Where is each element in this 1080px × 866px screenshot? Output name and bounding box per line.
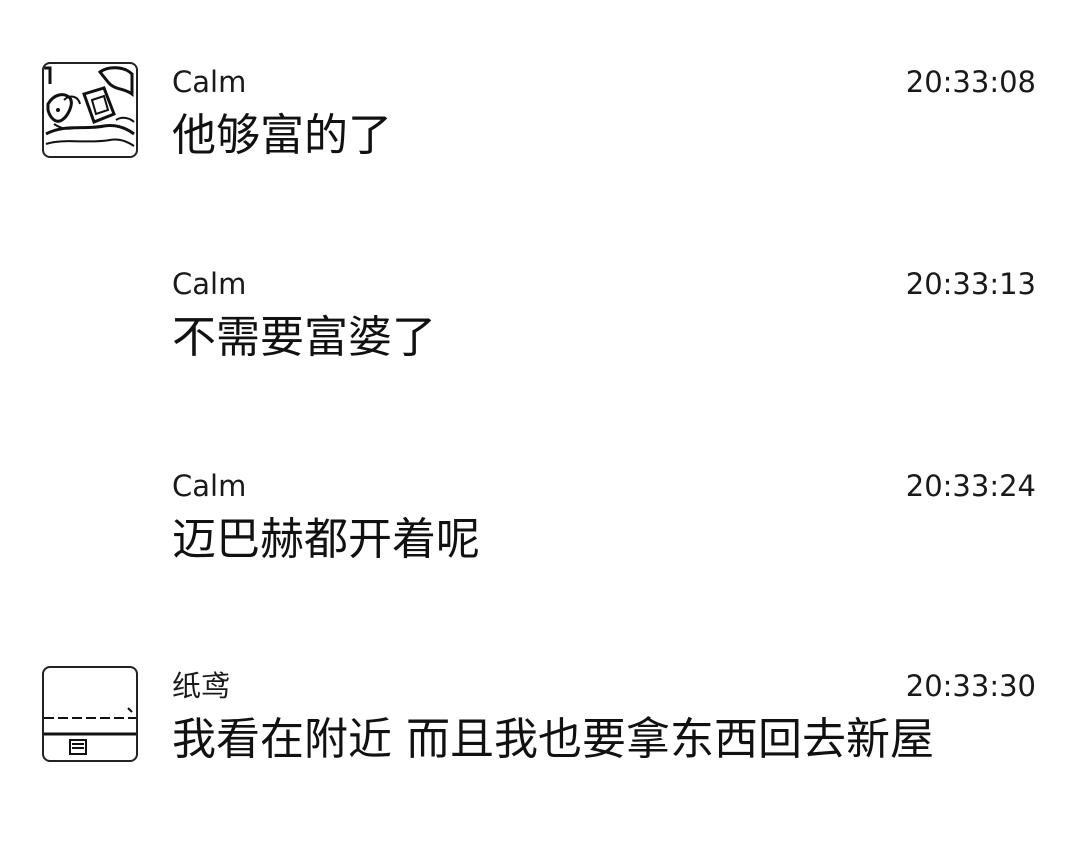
message-text[interactable]: 迈巴赫都开着呢 xyxy=(172,512,480,568)
sketch-avatar-icon xyxy=(44,66,135,147)
message-text[interactable]: 我看在附近 而且我也要拿东西回去新屋 xyxy=(172,712,934,768)
sender-name: Calm xyxy=(172,469,247,503)
chat-message: Calm 20:33:13 不需要富婆了 xyxy=(0,264,1080,464)
message-text[interactable]: 不需要富婆了 xyxy=(172,310,436,366)
zhiyuan-avatar[interactable] xyxy=(42,666,138,762)
message-timestamp: 20:33:08 xyxy=(905,65,1036,99)
message-text[interactable]: 他够富的了 xyxy=(172,108,392,164)
chat-message: Calm 20:33:08 他够富的了 xyxy=(0,62,1080,262)
message-timestamp: 20:33:13 xyxy=(905,267,1036,301)
message-timestamp: 20:33:30 xyxy=(905,669,1036,703)
sender-name: Calm xyxy=(172,65,247,99)
message-timestamp: 20:33:24 xyxy=(905,469,1036,503)
sender-name: Calm xyxy=(172,267,247,301)
sender-name: 纸鸢 xyxy=(172,669,231,703)
sketch-avatar-icon xyxy=(44,707,136,755)
calm-avatar[interactable] xyxy=(42,62,138,158)
chat-message: Calm 20:33:24 迈巴赫都开着呢 xyxy=(0,466,1080,666)
chat-message: 纸鸢 20:33:30 我看在附近 而且我也要拿东西回去新屋 xyxy=(0,666,1080,866)
